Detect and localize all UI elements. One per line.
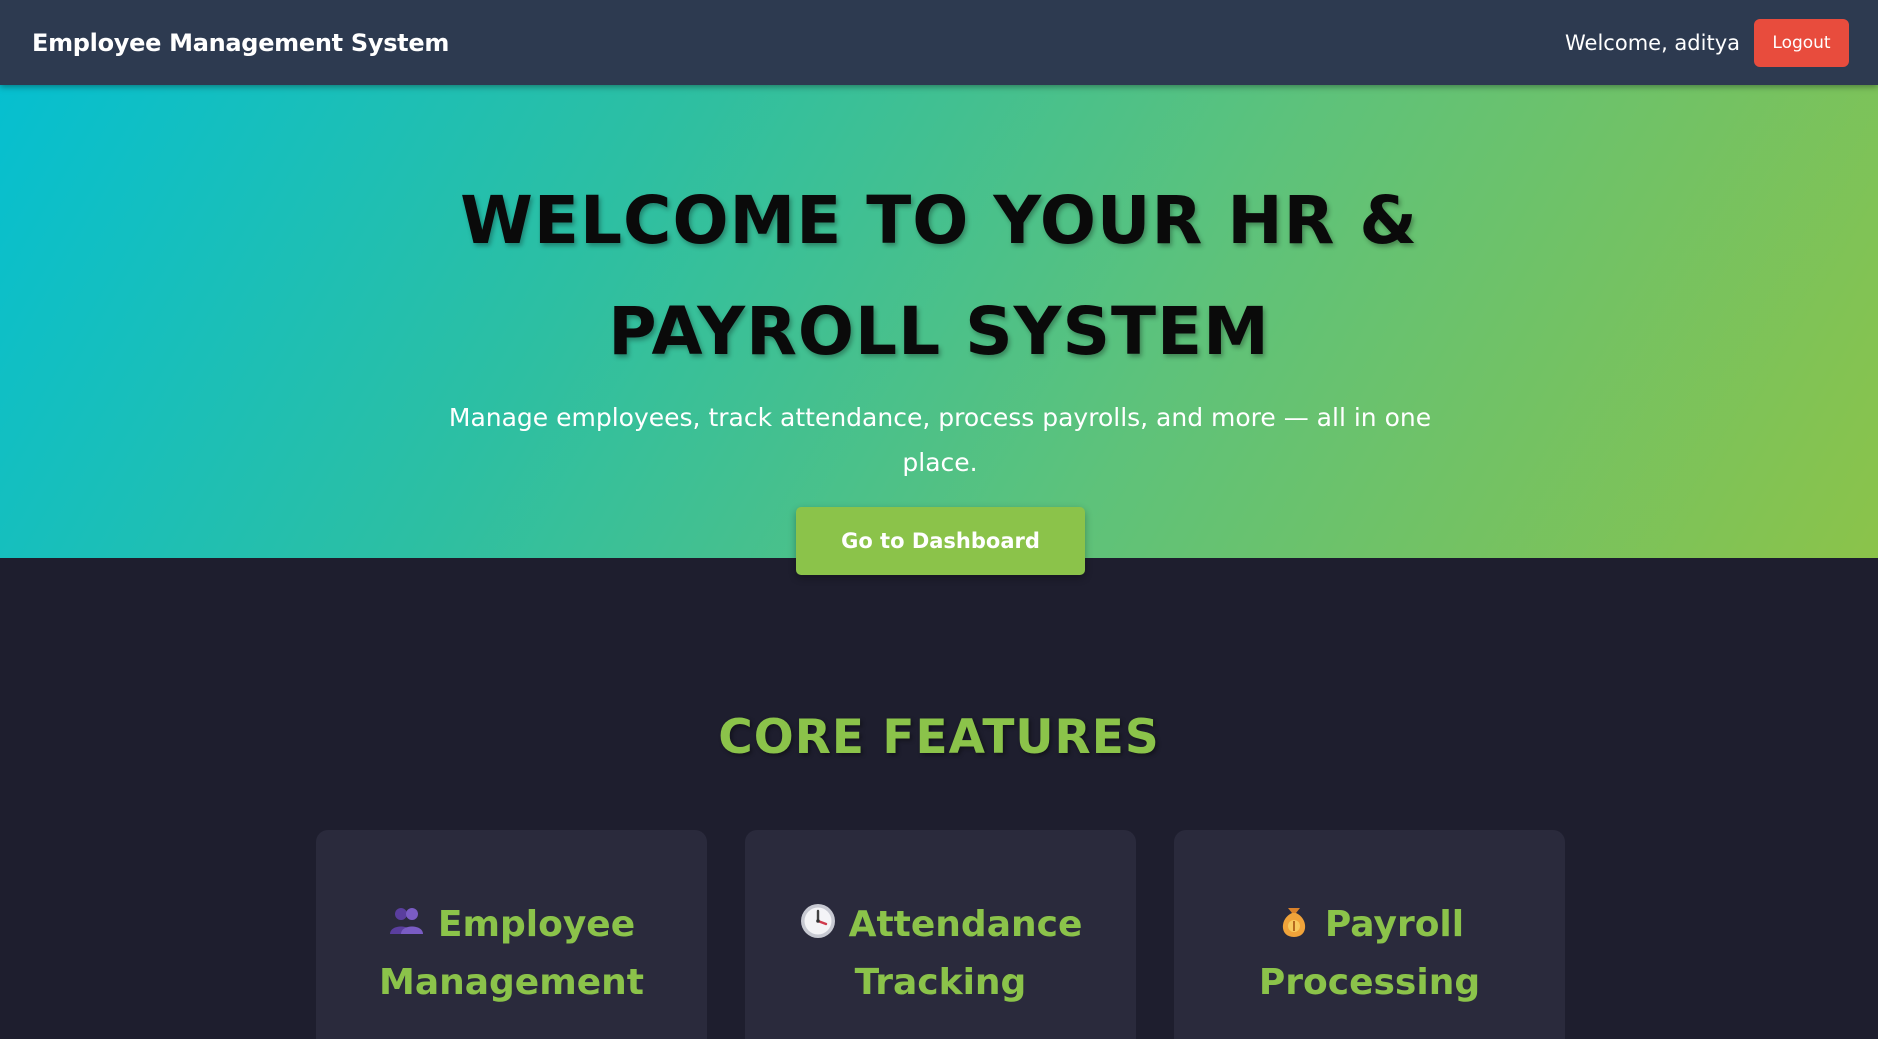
- hero-subtitle-line-2: place.: [902, 448, 978, 477]
- people-icon: [389, 908, 423, 934]
- feature-card-title-line-2: Management: [379, 962, 644, 1003]
- feature-card-title-line-1: Attendance: [848, 904, 1083, 945]
- feature-card-title-line-2: Processing: [1258, 962, 1481, 1003]
- feature-card-employee-management: Employee Management: [316, 830, 707, 1039]
- feature-card-title: Attendance Tracking: [745, 896, 1136, 1012]
- money-bag-icon: [1282, 908, 1306, 937]
- feature-card-title: Payroll Processing: [1174, 896, 1565, 1012]
- hero-title-line-2: PAYROLL SYSTEM: [608, 293, 1270, 370]
- feature-card-payroll-processing: Payroll Processing: [1174, 830, 1565, 1039]
- hero-subtitle-line-1: Manage employees, track attendance, proc…: [448, 403, 1432, 432]
- user-area: Welcome, aditya Logout: [1565, 18, 1849, 67]
- core-features-heading: CORE FEATURES: [718, 710, 1160, 765]
- hero-title: WELCOME TO YOUR HR & PAYROLL SYSTEM: [0, 165, 1878, 387]
- feature-card-title-line-1: Payroll: [1324, 904, 1465, 945]
- logout-button[interactable]: Logout: [1754, 18, 1849, 67]
- clock-icon: [800, 904, 835, 938]
- app-brand: Employee Management System: [32, 28, 450, 57]
- hero-banner: WELCOME TO YOUR HR & PAYROLL SYSTEM Mana…: [0, 85, 1878, 558]
- feature-cards: Employee Management Attendance Tracking …: [316, 830, 1565, 1039]
- welcome-text: Welcome, aditya: [1565, 30, 1740, 55]
- feature-card-title-line-2: Tracking: [854, 962, 1027, 1003]
- hero-subtitle: Manage employees, track attendance, proc…: [440, 395, 1440, 485]
- hero-title-line-1: WELCOME TO YOUR HR &: [460, 182, 1418, 259]
- feature-card-title: Employee Management: [316, 896, 707, 1012]
- feature-card-attendance-tracking: Attendance Tracking: [745, 830, 1136, 1039]
- go-to-dashboard-button[interactable]: Go to Dashboard: [796, 507, 1085, 575]
- feature-card-title-line-1: Employee: [437, 904, 636, 945]
- top-navbar: Employee Management System Welcome, adit…: [0, 0, 1878, 85]
